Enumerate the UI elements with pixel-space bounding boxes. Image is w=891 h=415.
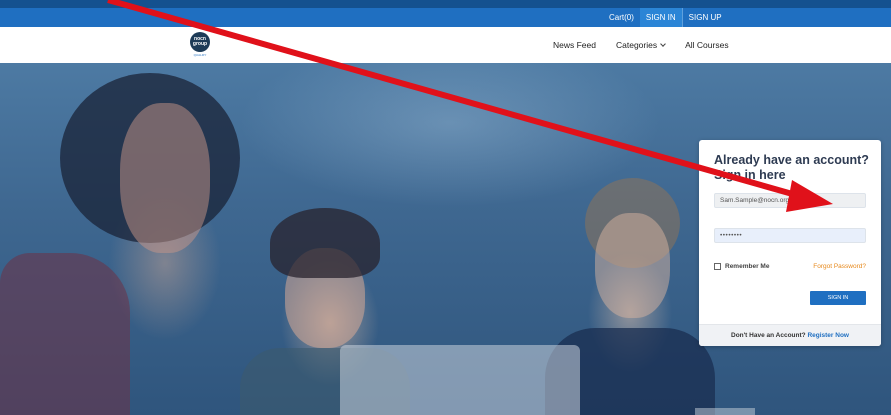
nav-news-feed[interactable]: News Feed	[553, 40, 596, 50]
remember-me[interactable]: Remember Me	[714, 263, 769, 270]
logo-subtitle: QUALIFY	[193, 53, 207, 57]
top-utility-bar: Cart(0) SIGN IN SIGN UP	[0, 0, 891, 27]
login-heading: Already have an account? Sign in here	[714, 153, 874, 183]
register-prompt: Don't Have an Account?	[731, 332, 806, 339]
nav-categories[interactable]: Categories	[616, 40, 666, 50]
page: Cart(0) SIGN IN SIGN UP nocn group QUALI…	[0, 0, 891, 415]
remember-me-checkbox[interactable]	[714, 263, 721, 270]
nocn-logo[interactable]: nocn group QUALIFY	[188, 32, 212, 57]
remember-me-label: Remember Me	[725, 263, 770, 270]
sign-in-button[interactable]: SIGN IN	[810, 291, 866, 305]
nav-all-courses[interactable]: All Courses	[685, 40, 728, 50]
cart-link[interactable]: Cart(0)	[603, 8, 640, 27]
email-field[interactable]	[714, 193, 866, 208]
login-card: Already have an account?Sign in here Rem…	[699, 140, 881, 346]
login-heading-line1: Already have an account?	[714, 153, 869, 167]
register-now-link[interactable]: Register Now	[807, 332, 849, 339]
nav-categories-label: Categories	[616, 40, 658, 50]
hero-laptop-right	[695, 408, 755, 415]
password-field[interactable]	[714, 228, 866, 243]
nav-links: News Feed Categories All Courses	[553, 27, 749, 63]
hero-laptop	[340, 345, 580, 415]
hero-person-left-shirt	[0, 253, 130, 415]
forgot-password-link[interactable]: Forgot Password?	[813, 263, 866, 270]
hero-person-right-face	[595, 213, 670, 318]
register-footer: Don't Have an Account? Register Now	[699, 324, 881, 346]
sign-in-link[interactable]: SIGN IN	[639, 8, 682, 27]
logo-mark: nocn group	[190, 32, 210, 52]
login-heading-line2: Sign in here	[714, 168, 786, 182]
top-links: Cart(0) SIGN IN SIGN UP	[603, 8, 728, 27]
hero-person-left-face	[120, 103, 210, 253]
main-navbar: nocn group QUALIFY News Feed Categories …	[0, 27, 891, 63]
sign-up-link[interactable]: SIGN UP	[681, 8, 728, 27]
chevron-down-icon	[660, 41, 666, 47]
hero-person-center-hair	[270, 208, 380, 278]
